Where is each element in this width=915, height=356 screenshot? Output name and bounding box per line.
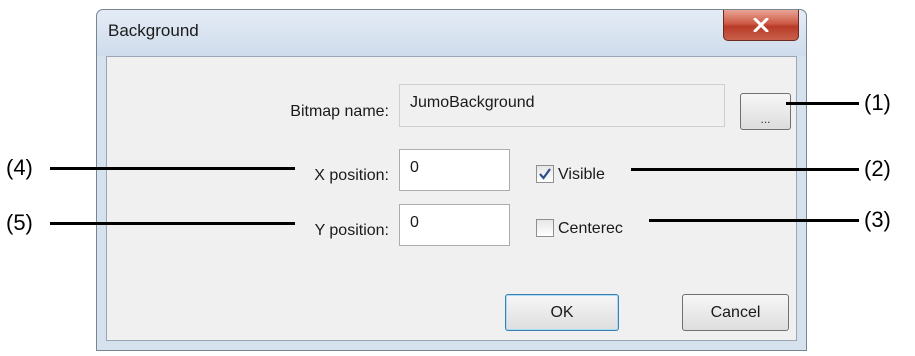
callout-label-5: (5) xyxy=(6,210,33,235)
close-button[interactable] xyxy=(723,10,799,41)
checkmark-icon xyxy=(539,168,551,180)
browse-button[interactable]: ... xyxy=(740,93,791,130)
visible-checkbox[interactable] xyxy=(536,165,554,183)
y-position-input[interactable]: 0 xyxy=(399,204,510,246)
callout-label-2: (2) xyxy=(864,156,891,181)
callout-line-5 xyxy=(50,222,295,225)
callout-label-1: (1) xyxy=(864,90,891,115)
callout-line-4 xyxy=(50,167,295,170)
close-x-icon xyxy=(753,18,769,32)
callout-line-1 xyxy=(786,102,859,105)
ok-button[interactable]: OK xyxy=(505,294,619,331)
background-dialog: Background Bitmap name: JumoBackground .… xyxy=(96,9,807,351)
callout-label-3: (3) xyxy=(864,207,891,232)
bitmap-name-label: Bitmap name: xyxy=(290,103,389,120)
callout-label-4: (4) xyxy=(6,155,33,180)
callout-line-3 xyxy=(649,219,859,222)
dialog-body: Bitmap name: JumoBackground ... X positi… xyxy=(106,56,797,341)
centered-checkbox[interactable] xyxy=(536,219,554,237)
bitmap-name-field[interactable]: JumoBackground xyxy=(399,84,725,127)
x-position-input[interactable]: 0 xyxy=(399,149,510,191)
title-bar[interactable]: Background xyxy=(97,10,806,56)
ellipsis-icon: ... xyxy=(760,112,771,126)
centered-label[interactable]: Centerec xyxy=(558,220,623,238)
visible-label[interactable]: Visible xyxy=(558,166,605,184)
cancel-button[interactable]: Cancel xyxy=(682,294,789,331)
dialog-title: Background xyxy=(108,21,199,40)
callout-line-2 xyxy=(631,168,859,171)
